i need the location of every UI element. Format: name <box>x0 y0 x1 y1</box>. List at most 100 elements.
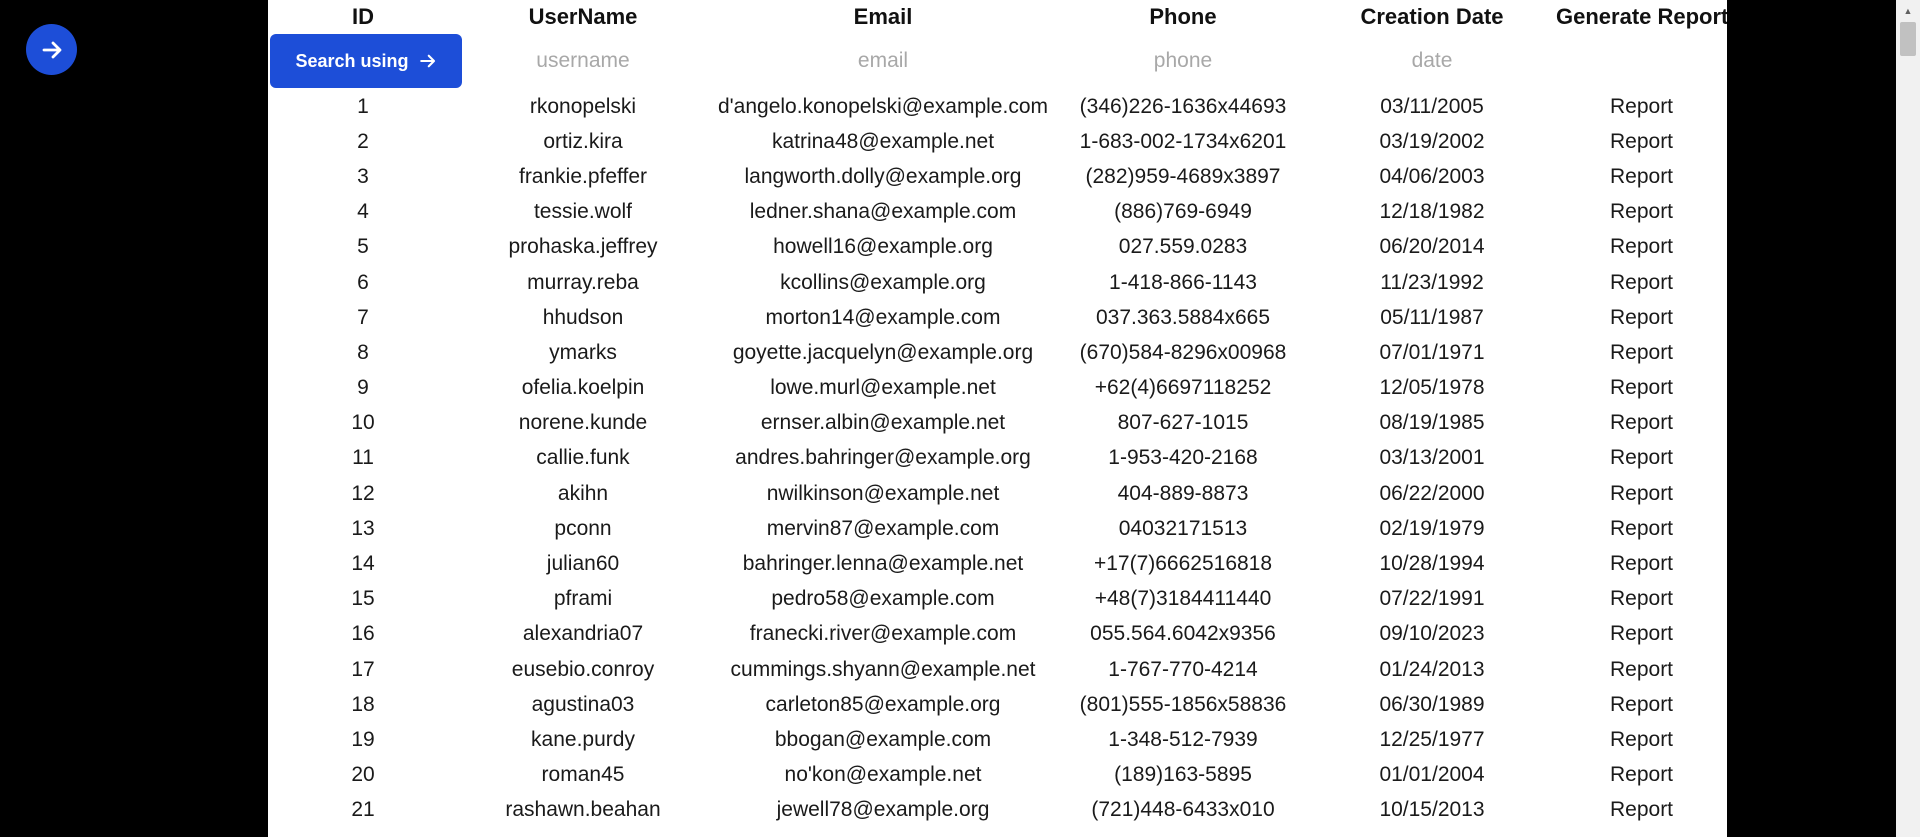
cell-id: 14 <box>351 552 375 576</box>
cell-creation-date: 12/05/1978 <box>1379 376 1485 400</box>
cell-id: 19 <box>351 727 375 751</box>
cell-username: pframi <box>553 587 613 611</box>
table-row: 1 rkonopelski d'angelo.konopelski@example.… <box>268 89 1727 124</box>
cell-creation-date: 04/06/2003 <box>1379 164 1485 188</box>
generate-report-link[interactable]: Report <box>1610 482 1673 505</box>
cell-username: rashawn.beahan <box>505 798 661 822</box>
cell-email: d'angelo.konopelski@example.com <box>717 94 1048 118</box>
phone-filter-input[interactable] <box>1071 48 1295 74</box>
cell-phone: 055.564.6042x9356 <box>1090 622 1276 646</box>
cell-creation-date: 06/22/2000 <box>1379 481 1485 505</box>
cell-creation-date: 01/01/2004 <box>1379 763 1485 787</box>
table-row: 10 norene.kunde ernser.albin@example.net 80… <box>268 406 1727 441</box>
cell-id: 12 <box>351 481 375 505</box>
table-row: 14 julian60 bahringer.lenna@example.net +17… <box>268 546 1727 581</box>
cell-id: 9 <box>357 376 369 400</box>
generate-report-link[interactable]: Report <box>1610 587 1673 610</box>
cell-creation-date: 03/13/2001 <box>1379 446 1485 470</box>
cell-creation-date: 12/25/1977 <box>1379 727 1485 751</box>
generate-report-link[interactable]: Report <box>1610 693 1673 716</box>
cell-username: akihn <box>557 481 609 505</box>
cell-phone: 1-767-770-4214 <box>1108 657 1258 681</box>
generate-report-link[interactable]: Report <box>1610 376 1673 399</box>
scrollbar-thumb[interactable] <box>1900 22 1916 56</box>
cell-id: 11 <box>352 446 374 470</box>
cell-username: norene.kunde <box>518 411 648 435</box>
header-creation-date: Creation Date <box>1360 3 1504 29</box>
generate-report-link[interactable]: Report <box>1610 798 1673 821</box>
generate-report-link[interactable]: Report <box>1610 95 1673 118</box>
cell-username: ofelia.koelpin <box>521 376 645 400</box>
cell-report: Report <box>1556 793 1727 828</box>
cell-email: no'kon@example.net <box>784 763 982 787</box>
cell-username: tessie.wolf <box>533 200 633 224</box>
cell-report: Report <box>1556 406 1727 441</box>
cell-creation-date: 03/19/2002 <box>1379 129 1485 153</box>
table-row: 16 alexandria07 franecki.river@example.com… <box>268 617 1727 652</box>
table-header-row: ID UserName Email Phone Creation Date Ge… <box>268 0 1727 33</box>
generate-report-link[interactable]: Report <box>1610 271 1673 294</box>
generate-report-link[interactable]: Report <box>1610 306 1673 329</box>
generate-report-link[interactable]: Report <box>1610 622 1673 645</box>
generate-report-link[interactable]: Report <box>1610 165 1673 188</box>
cell-report: Report <box>1556 195 1727 230</box>
table-row: 18 agustina03 carleton85@example.org (801)5… <box>268 687 1727 722</box>
table-row: 8 ymarks goyette.jacquelyn@example.org (670… <box>268 335 1727 370</box>
table-row: 21 rashawn.beahan jewell78@example.org (721… <box>268 793 1727 828</box>
cell-creation-date: 05/11/1987 <box>1380 305 1484 329</box>
cell-report: Report <box>1556 265 1727 300</box>
header-email: Email <box>853 3 913 29</box>
generate-report-link[interactable]: Report <box>1610 235 1673 258</box>
cell-id: 2 <box>357 129 369 153</box>
cell-id: 8 <box>357 340 369 364</box>
generate-report-link[interactable]: Report <box>1610 658 1673 681</box>
forward-nav-button[interactable] <box>26 24 77 75</box>
cell-email: cummings.shyann@example.net <box>730 657 1036 681</box>
date-filter-cell <box>1308 33 1556 89</box>
cell-id: 1 <box>357 94 369 118</box>
email-filter-input[interactable] <box>771 48 995 74</box>
table-row: 5 prohaska.jeffrey howell16@example.org 027… <box>268 230 1727 265</box>
users-table-panel: ID UserName Email Phone Creation Date Ge… <box>268 0 1727 837</box>
generate-report-link[interactable]: Report <box>1610 130 1673 153</box>
generate-report-link[interactable]: Report <box>1610 763 1673 786</box>
cell-phone: +48(7)3184411440 <box>1094 587 1272 611</box>
date-filter-input[interactable] <box>1320 48 1544 74</box>
cell-email: carleton85@example.org <box>765 692 1001 716</box>
phone-filter-cell <box>1058 33 1308 89</box>
cell-username: eusebio.conroy <box>511 657 655 681</box>
generate-report-link[interactable]: Report <box>1610 200 1673 223</box>
cell-report: Report <box>1556 687 1727 722</box>
generate-report-link[interactable]: Report <box>1610 552 1673 575</box>
username-filter-input[interactable] <box>471 48 695 74</box>
cell-phone: +17(7)6662516818 <box>1093 552 1273 576</box>
cell-report: Report <box>1556 441 1727 476</box>
cell-id: 15 <box>351 587 375 611</box>
search-button[interactable]: Search using <box>270 34 462 88</box>
cell-creation-date: 12/18/1982 <box>1379 200 1485 224</box>
email-filter-cell <box>708 33 1058 89</box>
generate-report-link[interactable]: Report <box>1610 341 1673 364</box>
cell-id: 21 <box>351 798 375 822</box>
generate-report-link[interactable]: Report <box>1610 517 1673 540</box>
generate-report-link[interactable]: Report <box>1610 728 1673 751</box>
page-scrollbar[interactable]: ▲ <box>1896 0 1920 837</box>
cell-username: prohaska.jeffrey <box>508 235 658 259</box>
cell-email: nwilkinson@example.net <box>766 481 1000 505</box>
cell-report: Report <box>1556 758 1727 793</box>
arrow-right-icon <box>42 41 61 58</box>
cell-username: roman45 <box>541 763 625 787</box>
cell-id: 3 <box>357 164 369 188</box>
table-row: 12 akihn nwilkinson@example.net 404-889-887… <box>268 476 1727 511</box>
generate-report-link[interactable]: Report <box>1610 411 1673 434</box>
cell-phone: 1-683-002-1734x6201 <box>1079 129 1287 153</box>
cell-username: frankie.pfeffer <box>518 164 648 188</box>
generate-report-link[interactable]: Report <box>1610 446 1673 469</box>
scroll-up-icon[interactable]: ▲ <box>1896 2 1920 20</box>
cell-email: franecki.river@example.com <box>749 622 1017 646</box>
cell-phone: (189)163-5895 <box>1114 763 1252 787</box>
cell-username: alexandria07 <box>522 622 644 646</box>
cell-username: ymarks <box>549 340 617 364</box>
cell-username: hhudson <box>542 305 624 329</box>
table-row: 6 murray.reba kcollins@example.org 1-418-86… <box>268 265 1727 300</box>
